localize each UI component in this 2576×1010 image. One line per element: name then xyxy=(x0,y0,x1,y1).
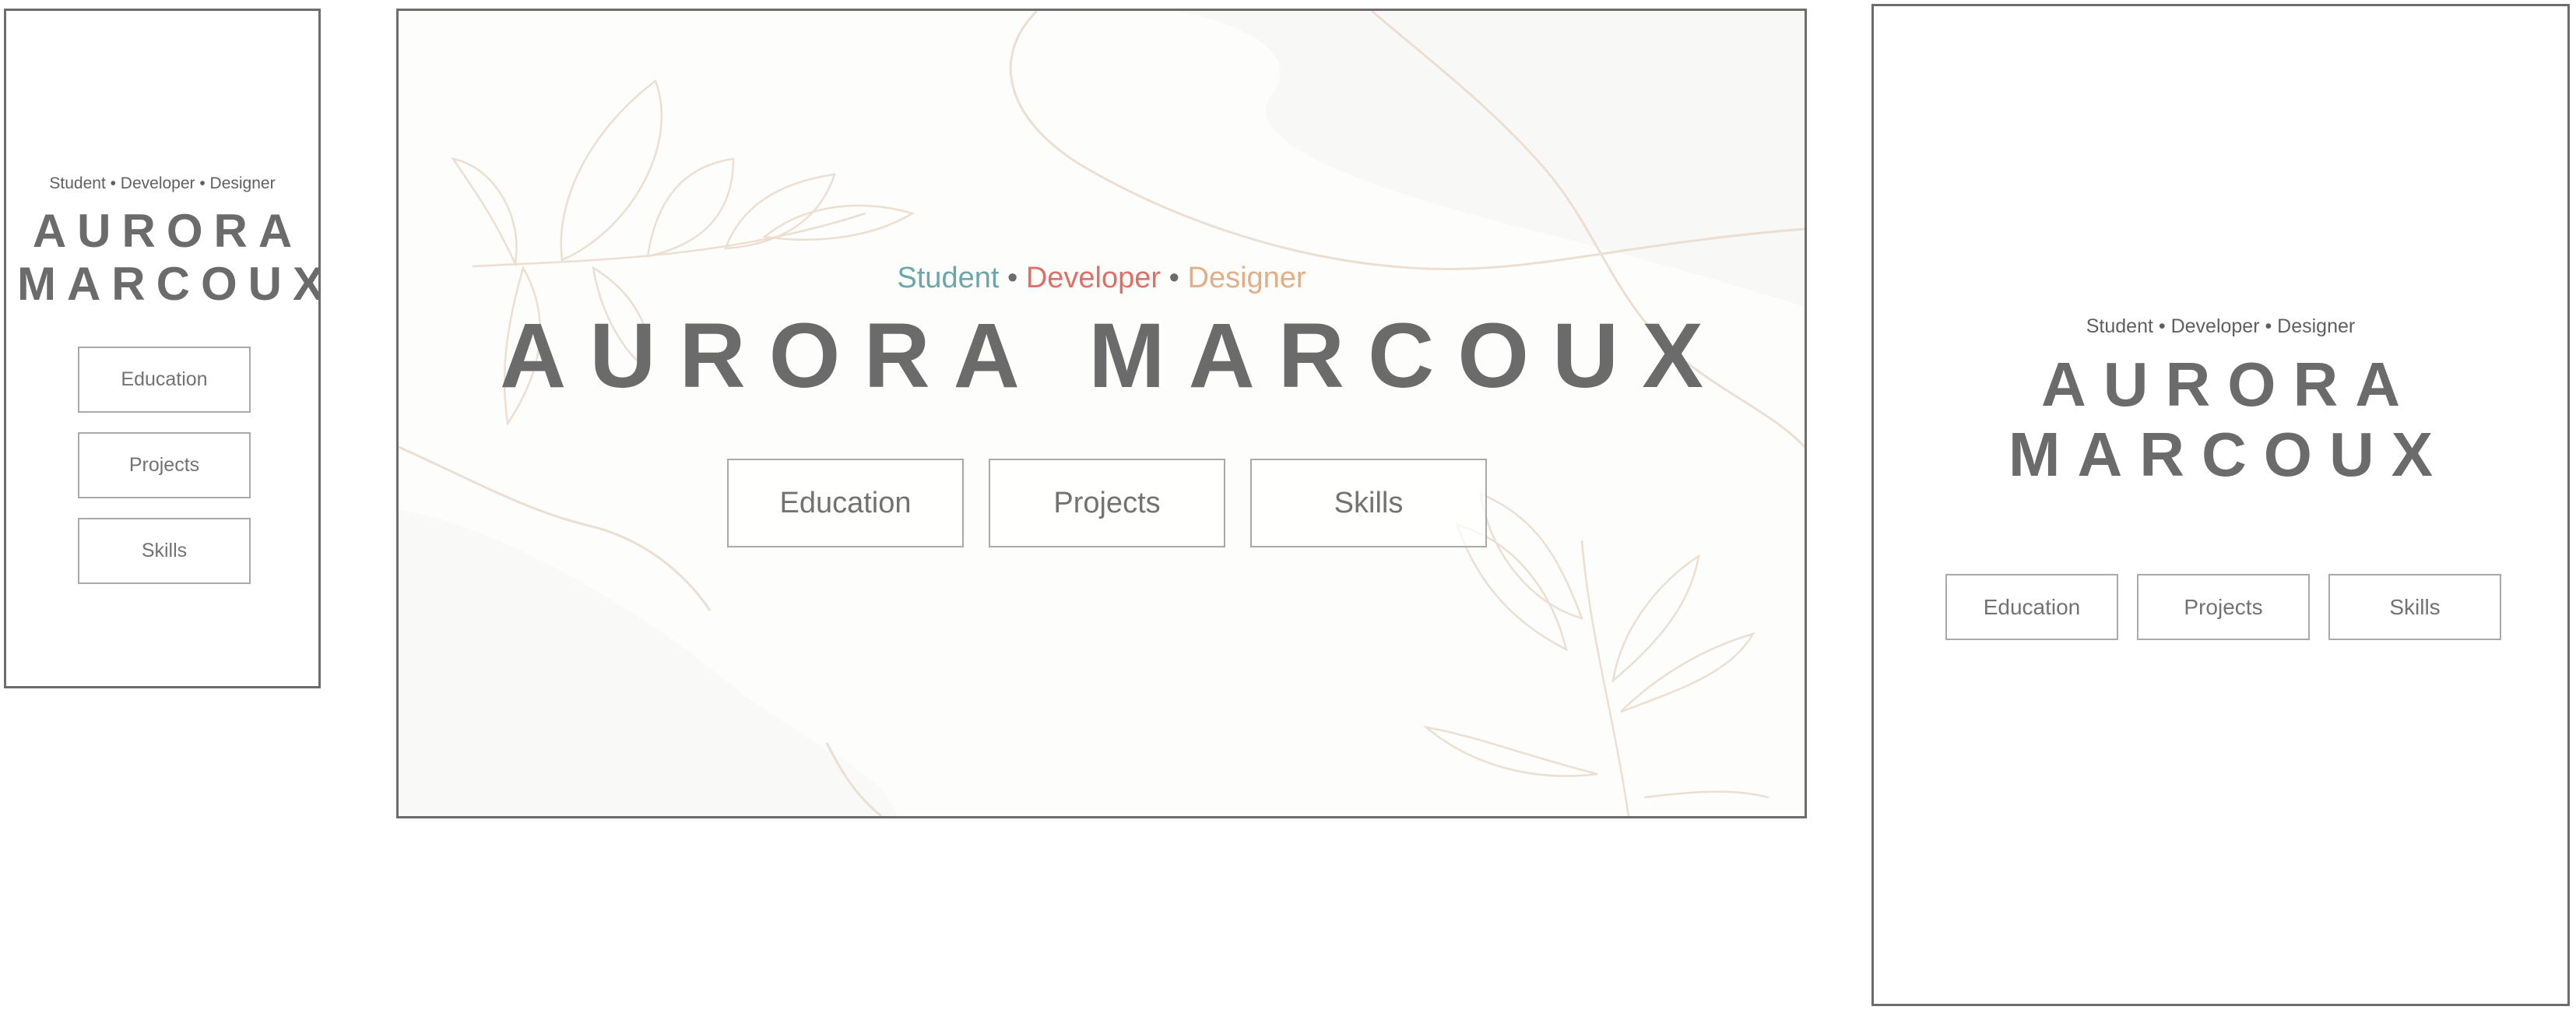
skills-button[interactable]: Skills xyxy=(2328,574,2501,640)
tagline: Student • Developer • Designer xyxy=(2086,315,2356,337)
tablet-frame: Student • Developer • Designer AURORA MA… xyxy=(1871,4,2570,1006)
name-line-first: AURORA xyxy=(32,205,304,257)
tagline: Student • Developer • Designer xyxy=(399,262,1805,295)
botanical-background xyxy=(399,11,1805,816)
tagline-developer: Developer xyxy=(1025,262,1161,294)
education-button[interactable]: Education xyxy=(78,347,251,413)
tagline-separator: • xyxy=(1169,262,1179,294)
name-line-last: MARCOUX xyxy=(2008,420,2451,489)
education-button[interactable]: Education xyxy=(727,459,964,547)
mobile-frame: Student • Developer • Designer AURORA MA… xyxy=(4,9,321,688)
skills-button[interactable]: Skills xyxy=(78,518,251,584)
desktop-frame: Student • Developer • Designer AURORA MA… xyxy=(396,9,1807,818)
tagline: Student • Developer • Designer xyxy=(49,174,276,192)
tagline-student: Student xyxy=(897,262,1000,294)
mockup-canvas: Student • Developer • Designer AURORA MA… xyxy=(0,0,2576,1010)
projects-button[interactable]: Projects xyxy=(989,459,1225,547)
name-line-last: MARCOUX xyxy=(17,258,321,310)
projects-button[interactable]: Projects xyxy=(78,432,251,498)
name-line-first: AURORA xyxy=(2040,350,2418,419)
projects-button[interactable]: Projects xyxy=(2137,574,2310,640)
education-button[interactable]: Education xyxy=(1945,574,2118,640)
tagline-separator: • xyxy=(1007,262,1018,294)
name-heading: AURORA MARCOUX xyxy=(500,304,1727,407)
tagline-designer: Designer xyxy=(1187,262,1306,294)
skills-button[interactable]: Skills xyxy=(1250,459,1487,547)
